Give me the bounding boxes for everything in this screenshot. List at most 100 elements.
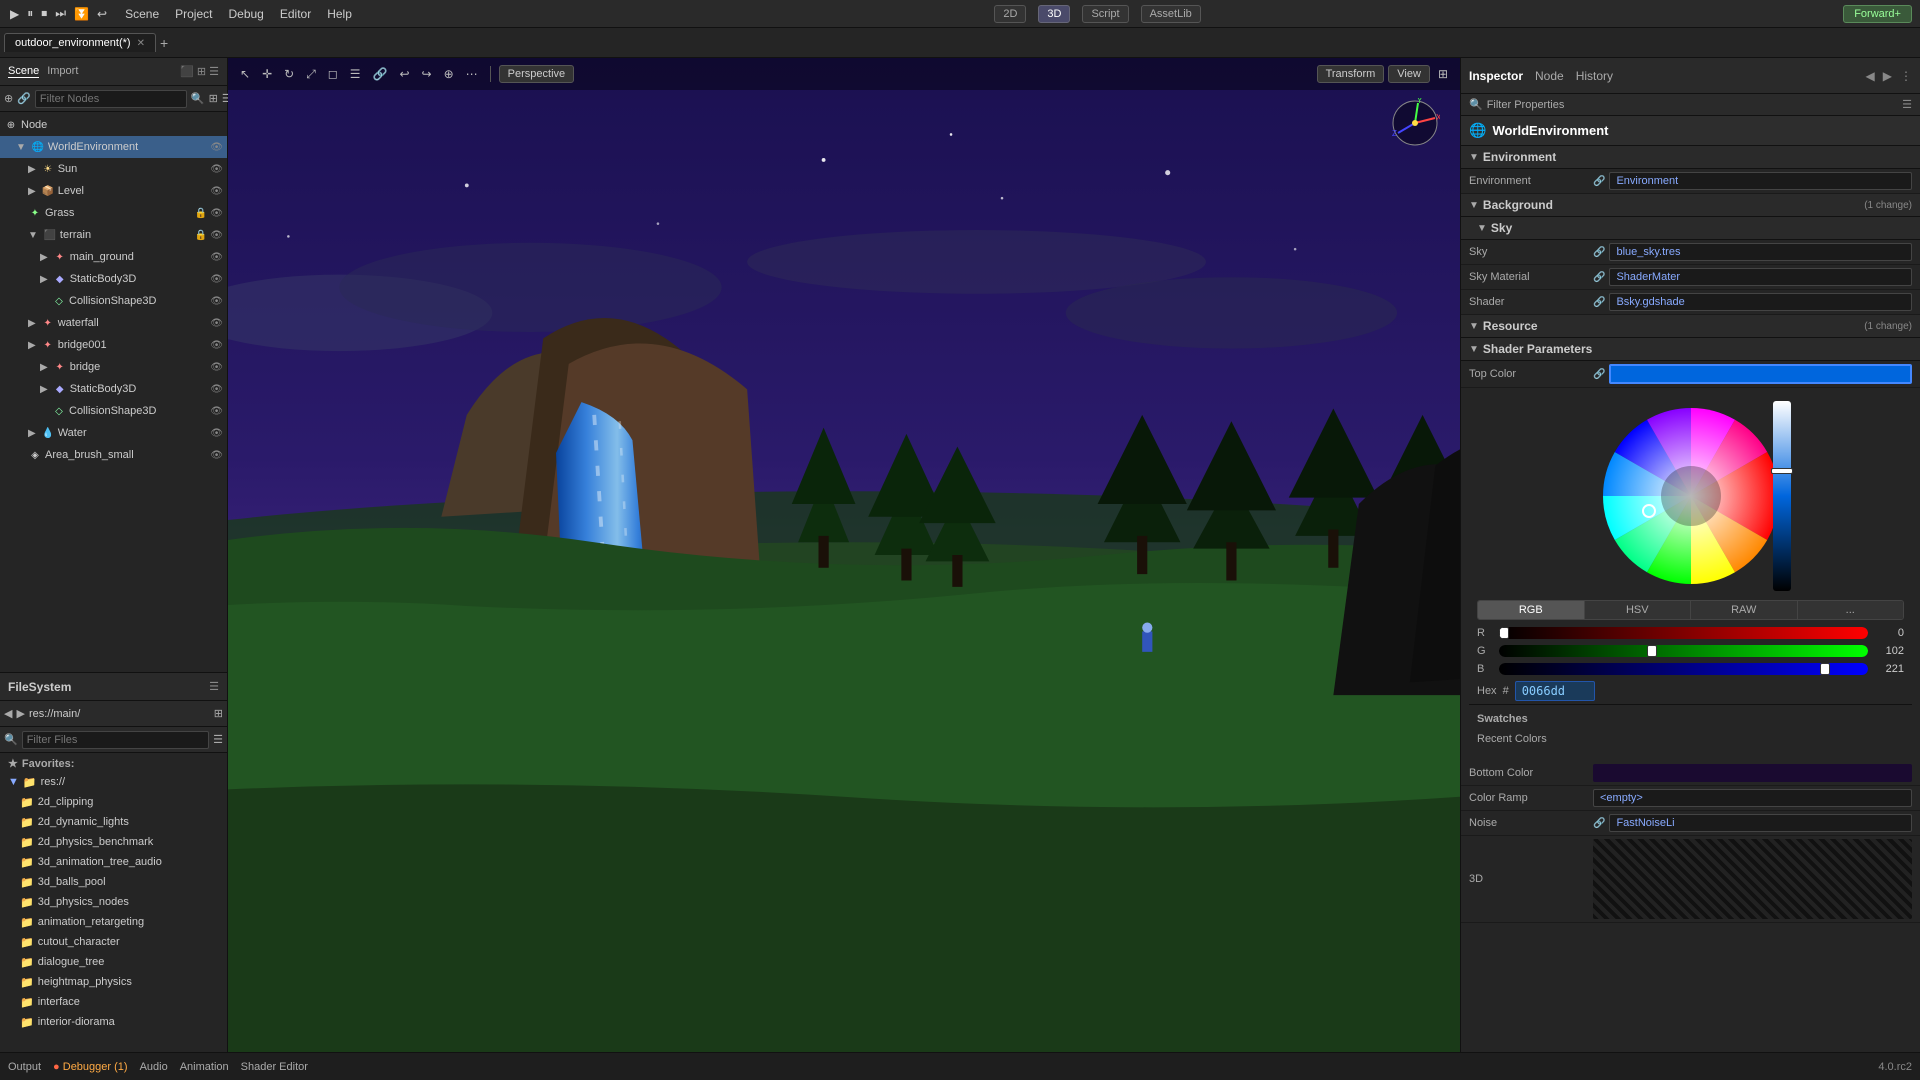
mg-vis-flag[interactable]: 👁 [210,252,223,263]
tree-item-area-brush[interactable]: ◈ Area_brush_small 👁 [0,444,227,466]
tool10[interactable]: ⋯ [462,65,482,83]
swatches-header[interactable]: Swatches [1477,709,1904,729]
scene-tab[interactable]: Scene [8,65,39,78]
tree-item-waterfall[interactable]: ▶ ✦ waterfall 👁 [0,312,227,334]
path-back-icon[interactable]: ◀ [4,707,12,720]
menu-project[interactable]: Project [175,7,212,21]
sky-material-resource[interactable]: ShaderMater [1609,268,1912,286]
fs-item-2d-dynamic[interactable]: 📁 2d_dynamic_lights [0,812,227,832]
animation-tab[interactable]: Animation [180,1061,229,1073]
back-nav-icon[interactable]: ◀ [1866,69,1875,83]
tool7[interactable]: ↩ [395,65,413,83]
tree-item-grass[interactable]: ✦ Grass 🔒 👁 [0,202,227,224]
filter-nodes-input[interactable] [35,90,187,108]
inspector-tab[interactable]: Inspector [1469,69,1523,83]
tab-close-icon[interactable]: ✕ [137,38,145,49]
tree-item-level[interactable]: ▶ 📦 Level 👁 [0,180,227,202]
import-tab[interactable]: Import [47,65,78,78]
cs2-vis-flag[interactable]: 👁 [210,406,223,417]
cs-vis-flag[interactable]: 👁 [210,296,223,307]
wf-vis-flag[interactable]: 👁 [210,318,223,329]
fs-item-3d-physics[interactable]: 📁 3d_physics_nodes [0,892,227,912]
select-tool2[interactable]: ◻ [324,65,342,83]
terrain-lock-flag[interactable]: 🔒 [195,230,207,241]
fs-item-interface[interactable]: 📁 interface [0,992,227,1012]
menu-scene[interactable]: Scene [125,7,159,21]
tool6[interactable]: 🔗 [369,65,392,83]
grass-lock-flag[interactable]: 🔒 [195,208,207,219]
history-tab[interactable]: History [1576,69,1613,83]
search-icon[interactable]: 🔍 [191,92,205,105]
sb-vis-flag[interactable]: 👁 [210,274,223,285]
menu-editor[interactable]: Editor [280,7,311,21]
extra-button[interactable]: ⏬ [72,7,91,21]
audio-tab[interactable]: Audio [140,1061,168,1073]
select-tool[interactable]: ↖ [236,65,254,83]
fs-filter-input[interactable] [22,731,209,749]
tab-add-button[interactable]: + [160,35,168,51]
tree-item-collision[interactable]: ◇ CollisionShape3D 👁 [0,290,227,312]
pause-button[interactable]: ⏸ [25,6,35,21]
fs-item-heightmap[interactable]: 📁 heightmap_physics [0,972,227,992]
loop-button[interactable]: ↩ [95,7,109,21]
r-slider[interactable] [1499,627,1868,639]
fs-item-dialogue[interactable]: 📁 dialogue_tree [0,952,227,972]
tree-item-staticbody[interactable]: ▶ ◆ StaticBody3D 👁 [0,268,227,290]
fs-item-2d-clipping[interactable]: 📁 2d_clipping [0,792,227,812]
shader-editor-tab[interactable]: Shader Editor [241,1061,308,1073]
rgb-tab[interactable]: RGB [1478,601,1585,619]
fs-item-3d-anim[interactable]: 📁 3d_animation_tree_audio [0,852,227,872]
move-tool[interactable]: ✛ [258,65,276,83]
output-tab[interactable]: Output [8,1061,41,1073]
sun-vis-flag[interactable]: 👁 [210,164,223,175]
menu-debug[interactable]: Debug [228,7,263,21]
shader-params-header[interactable]: ▼ Shader Parameters [1461,338,1920,361]
level-vis-flag[interactable]: 👁 [210,186,223,197]
fs-item-cutout[interactable]: 📁 cutout_character [0,932,227,952]
tree-item-terrain[interactable]: ▼ ⬛ terrain 🔒 👁 [0,224,227,246]
brightness-bar[interactable] [1773,401,1791,591]
mode-assetlib[interactable]: AssetLib [1141,5,1201,23]
play-button[interactable]: ▶ [8,7,21,21]
fs-item-2d-physics[interactable]: 📁 2d_physics_benchmark [0,832,227,852]
mode-2d[interactable]: 2D [994,5,1026,23]
mode-script[interactable]: Script [1082,5,1128,23]
scene-options[interactable]: ⬛ ⊞ ☰ [180,65,219,78]
b-slider[interactable] [1499,663,1868,675]
color-ramp-resource[interactable]: <empty> [1593,789,1912,807]
mode-3d[interactable]: 3D [1038,5,1070,23]
top-color-swatch[interactable] [1609,364,1912,384]
environment-section-header[interactable]: ▼ Environment [1461,146,1920,169]
fs-grid-icon[interactable]: ⊞ [214,707,223,720]
tool5[interactable]: ☰ [346,65,365,83]
resource-section-header[interactable]: ▼ Resource (1 change) [1461,315,1920,338]
tree-item-sun[interactable]: ▶ ☀ Sun 👁 [0,158,227,180]
debugger-tab[interactable]: ● Debugger (1) [53,1061,128,1073]
menu-help[interactable]: Help [327,7,352,21]
sb2-vis-flag[interactable]: 👁 [210,384,223,395]
hex-input[interactable] [1515,681,1595,701]
filter-options[interactable]: ☰ [1902,98,1912,111]
bottom-color-swatch[interactable] [1593,764,1912,782]
filter-options-icon[interactable]: ⊞ [209,92,218,105]
more-tab[interactable]: ... [1798,601,1904,619]
stop-button[interactable]: ⏹ [39,6,49,21]
viewport[interactable]: ↖ ✛ ↻ ⤢ ◻ ☰ 🔗 ↩ ↪ ⊕ ⋯ Perspective Transf… [228,58,1460,1052]
visibility-flag[interactable]: 👁 [210,142,223,153]
noise-resource[interactable]: FastNoiseLi [1609,814,1912,832]
transform-button[interactable]: Transform [1317,65,1385,83]
hsv-tab[interactable]: HSV [1585,601,1692,619]
g-slider[interactable] [1499,645,1868,657]
rotate-tool[interactable]: ↻ [280,65,298,83]
tree-item-worldenv[interactable]: ▼ 🌐 WorldEnvironment 👁 [0,136,227,158]
sky-section-header[interactable]: ▼ Sky [1461,217,1920,240]
sky-resource[interactable]: blue_sky.tres [1609,243,1912,261]
tree-item-bridge[interactable]: ▶ ✦ bridge 👁 [0,356,227,378]
ab-vis-flag[interactable]: 👁 [210,450,223,461]
tree-item-bridge001[interactable]: ▶ ✦ bridge001 👁 [0,334,227,356]
fs-item-res[interactable]: ▼ 📁 res:// [0,772,227,792]
tree-item-water[interactable]: ▶ 💧 Water 👁 [0,422,227,444]
fs-item-3d-balls[interactable]: 📁 3d_balls_pool [0,872,227,892]
forward-button[interactable]: Forward+ [1843,5,1912,23]
panel-icon-right[interactable]: ⊞ [1434,65,1452,83]
